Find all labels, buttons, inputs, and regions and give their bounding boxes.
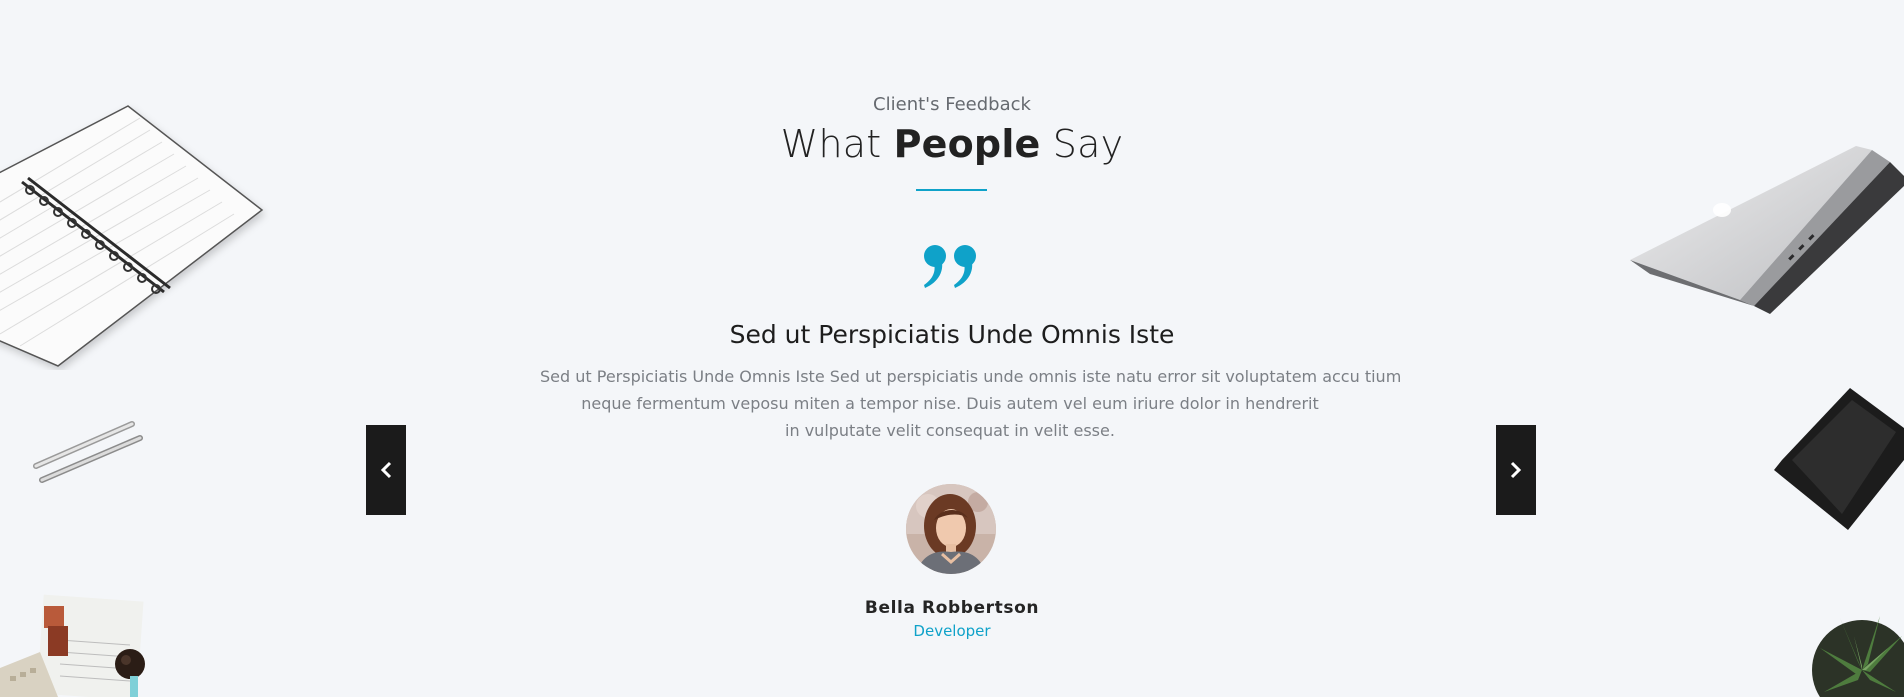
testimonial-body: Sed ut Perspiciatis Unde Omnis Iste Sed … bbox=[540, 363, 1402, 444]
chevron-left-icon bbox=[380, 461, 392, 479]
chevron-right-icon bbox=[1510, 461, 1522, 479]
title-prefix: What bbox=[780, 122, 894, 166]
tablet-image bbox=[1774, 388, 1904, 530]
testimonial-body-line: neque fermentum veposu miten a tempor ni… bbox=[581, 394, 1319, 413]
avatar-portrait bbox=[906, 484, 996, 574]
next-testimonial-button[interactable] bbox=[1496, 425, 1536, 515]
author-role: Developer bbox=[913, 622, 991, 640]
testimonial-body-line: Sed ut Perspiciatis Unde Omnis Iste Sed … bbox=[540, 367, 1402, 386]
testimonial-section: Client's Feedback What People Say Sed ut… bbox=[0, 0, 1904, 697]
author-name: Bella Robbertson bbox=[864, 598, 1040, 618]
title-emphasis: People bbox=[893, 122, 1041, 166]
pens-image bbox=[33, 421, 143, 483]
section-title: What People Say bbox=[0, 122, 1904, 166]
testimonial-body-line: in vulputate velit consequat in velit es… bbox=[785, 421, 1115, 440]
author-avatar bbox=[906, 484, 996, 574]
title-underline bbox=[916, 189, 987, 191]
title-suffix: Say bbox=[1040, 122, 1124, 166]
quote-icon bbox=[924, 245, 976, 288]
prev-testimonial-button[interactable] bbox=[366, 425, 406, 515]
testimonial-heading: Sed ut Perspiciatis Unde Omnis Iste bbox=[729, 320, 1175, 349]
section-subtitle: Client's Feedback bbox=[873, 94, 1031, 115]
